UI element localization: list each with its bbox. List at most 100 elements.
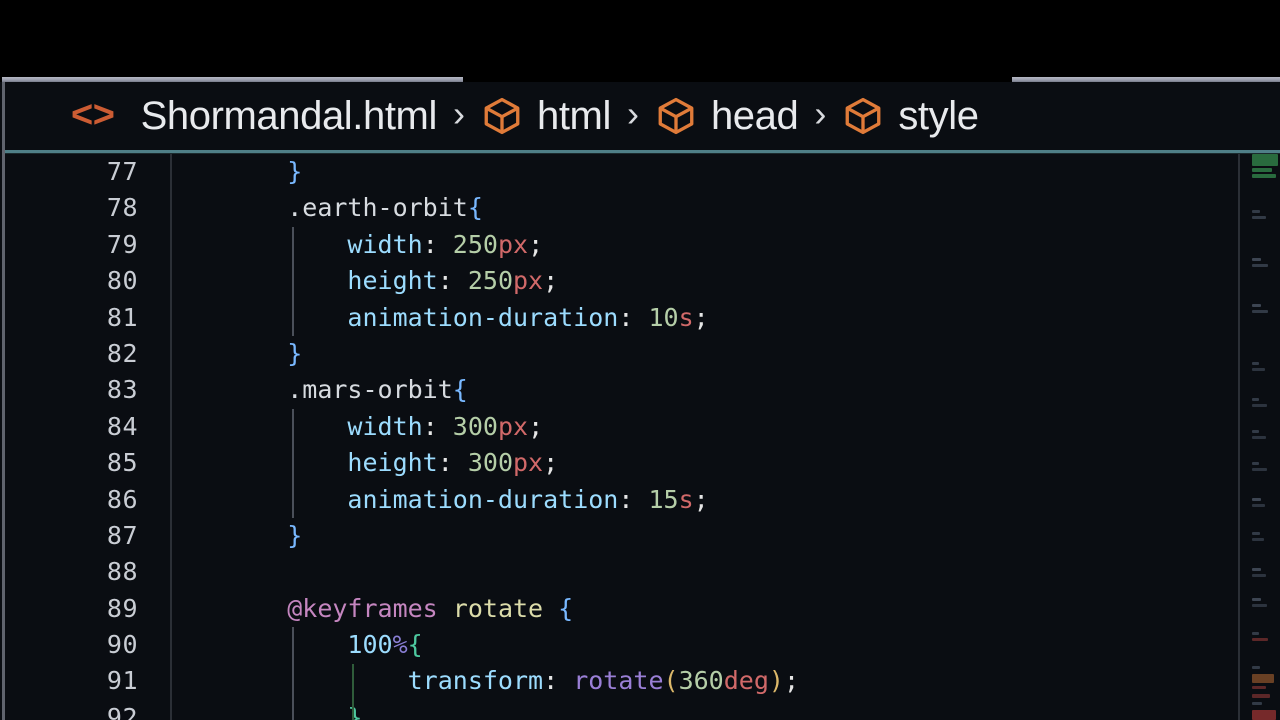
line-number: 89 [106,593,138,623]
code-token: 100 [347,630,393,660]
code-line[interactable]: 80 height: 250px; [5,263,1280,299]
code-text: animation-duration: 15s; [227,482,709,518]
code-token: 10 [648,302,679,332]
minimap-mark [1252,498,1261,501]
code-token: s [678,484,694,514]
minimap-mark [1252,702,1262,705]
breadcrumb-item-style[interactable]: style [842,95,979,137]
code-line[interactable]: 79 width: 250px; [5,227,1280,263]
code-token: @keyframes [287,593,438,623]
code-token: : [618,484,649,514]
minimap-mark [1252,264,1268,267]
code-text: height: 300px; [227,445,558,481]
code-token: ; [693,302,709,332]
code-token: } [287,520,303,550]
code-token: px [497,229,529,259]
minimap-mark [1252,694,1270,698]
minimap-mark [1252,174,1276,178]
code-line[interactable]: 92 } [5,700,1280,720]
minimap-mark [1252,362,1259,365]
code-token: px [513,266,544,296]
code-token: ; [528,229,544,259]
code-text: @keyframes rotate { [227,591,573,627]
code-token: { [558,593,574,623]
minimap-mark [1252,404,1267,407]
code-line[interactable]: 81 animation-duration: 10s; [5,300,1280,336]
code-token: { [407,630,423,660]
code-token: : [618,302,649,332]
minimap-divider [1238,154,1240,720]
cube-icon [481,95,523,137]
code-token: ; [693,484,709,514]
code-token: s [678,302,694,332]
code-token: 300 [467,448,513,478]
minimap-mark [1252,398,1259,401]
line-number: 90 [106,630,138,660]
line-number: 83 [106,375,138,405]
code-text: transform: rotate(360deg); [227,663,799,699]
code-token: ; [783,666,800,696]
indent-guide [352,663,355,720]
breadcrumb-item-head[interactable]: head [655,95,799,137]
code-line[interactable]: 90 100%{ [5,627,1280,663]
minimap-mark [1252,168,1272,172]
code-line[interactable]: 77 } [5,154,1280,190]
line-number: 92 [106,702,138,720]
code-text: .earth-orbit{ [227,190,483,226]
minimap-mark [1252,368,1265,371]
code-token: 300 [452,411,498,441]
minimap-mark [1252,538,1264,541]
breadcrumb[interactable]: <> Shormandal.html › html › head › style [5,82,1280,150]
code-line[interactable]: 89 @keyframes rotate { [5,591,1280,627]
code-token: rotate [452,593,544,623]
minimap[interactable] [1238,154,1280,720]
code-token: { [452,375,468,405]
code-line[interactable]: 91 transform: rotate(360deg); [5,663,1280,699]
indent-guide [292,226,295,336]
line-number: 88 [106,557,138,587]
code-text: animation-duration: 10s; [227,300,709,336]
minimap-mark [1252,638,1268,641]
code-token: 250 [467,266,513,296]
minimap-mark [1252,216,1266,219]
code-token: .mars-orbit [287,375,453,405]
cube-icon [655,95,697,137]
code-line[interactable]: 78 .earth-orbit{ [5,190,1280,226]
code-text: width: 300px; [227,409,543,445]
code-editor[interactable]: 77 } 78 .earth-orbit{79 width: 250px; 80 h… [5,154,1280,720]
code-token: : [422,229,453,259]
letterbox-top [0,0,1280,78]
breadcrumb-item-shormandal-html[interactable]: <> Shormandal.html [71,96,437,136]
minimap-mark [1252,710,1276,720]
code-token: : [543,666,574,696]
code-line[interactable]: 87 } [5,518,1280,554]
code-token: } [347,702,363,720]
minimap-mark [1252,304,1261,307]
code-line[interactable]: 83 .mars-orbit{ [5,372,1280,408]
code-line[interactable]: 86 animation-duration: 15s; [5,482,1280,518]
line-number: 77 [106,157,138,186]
indent-guide [292,627,295,720]
line-number: 78 [106,193,138,223]
line-number: 86 [106,484,138,514]
minimap-mark [1252,604,1267,607]
code-line[interactable]: 85 height: 300px; [5,445,1280,481]
breadcrumb-item-html[interactable]: html [481,95,611,137]
code-token: % [392,630,408,660]
code-line[interactable]: 88 [5,554,1280,590]
minimap-mark [1252,310,1268,313]
breadcrumb-separator-icon: › [452,93,465,134]
code-line[interactable]: 84 width: 300px; [5,409,1280,445]
code-text: 100%{ [227,627,423,663]
minimap-mark [1252,632,1259,635]
minimap-mark [1252,430,1259,433]
code-text: } [227,154,302,190]
code-text: width: 250px; [227,227,543,263]
code-line[interactable]: 82 } [5,336,1280,372]
